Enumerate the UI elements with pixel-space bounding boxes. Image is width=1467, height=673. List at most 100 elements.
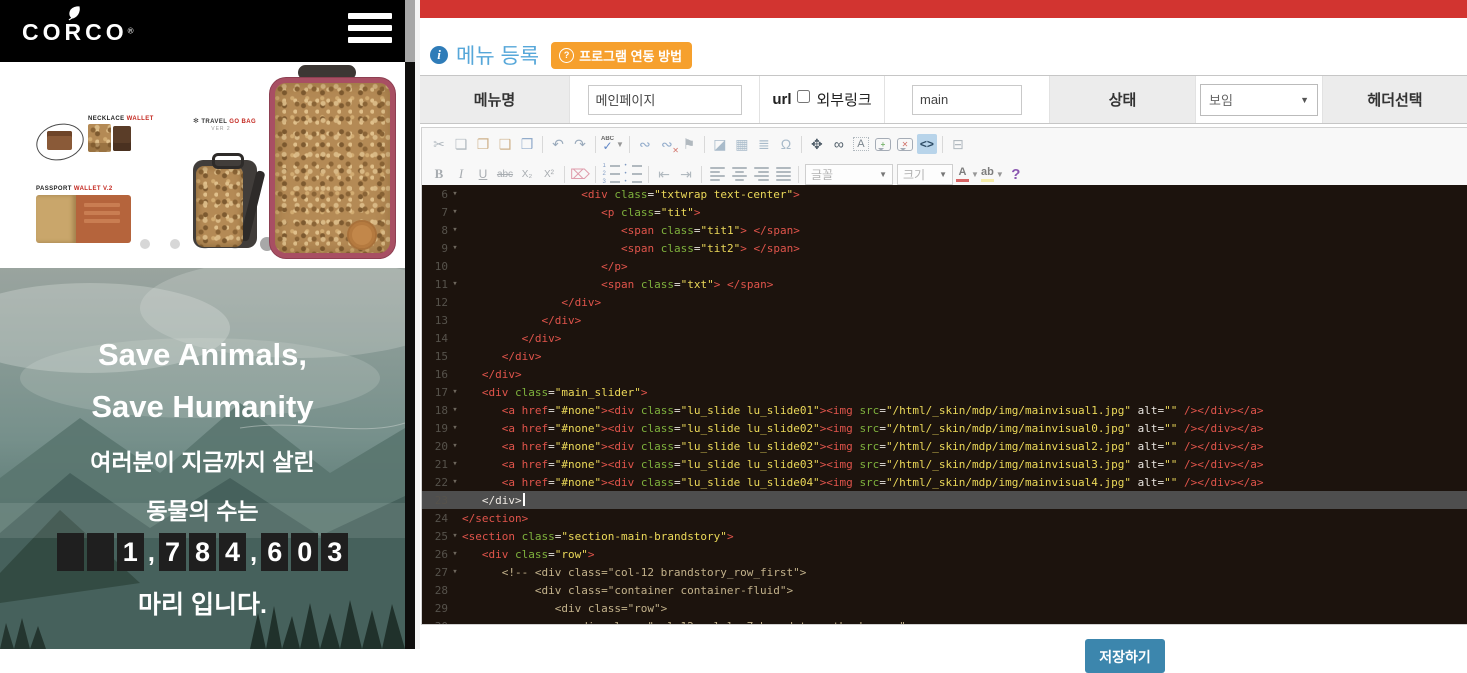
align-justify-icon[interactable] <box>773 164 793 184</box>
site-logo[interactable]: CORCO® <box>22 6 126 45</box>
fold-arrow-icon[interactable]: ▾ <box>448 243 462 253</box>
scrollbar-thumb[interactable] <box>405 0 415 62</box>
code-line: 30 <div class="col-12 col-lg-7 brandstor… <box>422 617 1467 624</box>
bold-icon[interactable]: B <box>429 164 449 184</box>
source-code-area[interactable]: 6▾ <div class="txtwrap text-center">7▾ <… <box>422 185 1467 624</box>
code-line: 6▾ <div class="txtwrap text-center"> <box>422 185 1467 203</box>
counter-comma: , <box>148 537 155 568</box>
text-color-icon[interactable]: A▼ <box>956 164 979 184</box>
spellcheck-icon[interactable]: ABC✓▼ <box>601 134 624 154</box>
link-icon[interactable]: ∾ <box>635 134 655 154</box>
registered-mark: ® <box>128 27 134 36</box>
counter-digit: 7 <box>159 533 186 571</box>
code-line: 11▾ <span class="txt"> </span> <box>422 275 1467 293</box>
necklace-wallet-pouch <box>47 131 72 150</box>
code-line: 20▾ <a href="#none"><div class="lu_slide… <box>422 437 1467 455</box>
travel-go-bag-label: ✻ TRAVEL GO BAG <box>193 117 256 125</box>
fold-arrow-icon[interactable]: ▾ <box>448 531 462 541</box>
bg-color-icon[interactable]: ab▼ <box>981 164 1004 184</box>
copy-icon[interactable]: ❏ <box>451 134 471 154</box>
undo-icon[interactable]: ↶ <box>548 134 568 154</box>
paste-word-icon[interactable]: ❒ <box>517 134 537 154</box>
horizontal-rule-icon[interactable]: ≣ <box>754 134 774 154</box>
help-icon[interactable]: ? <box>1006 164 1026 184</box>
carousel-dot[interactable] <box>170 239 180 249</box>
bubble-remove-icon[interactable]: ✕ <box>895 134 915 154</box>
fold-arrow-icon[interactable]: ▾ <box>448 225 462 235</box>
menu-name-label: 메뉴명 <box>420 76 570 123</box>
align-center-icon[interactable] <box>729 164 749 184</box>
code-line: 23 </div> <box>422 491 1467 509</box>
page-title: 메뉴 등록 <box>456 40 539 70</box>
bubble-add-icon[interactable]: + <box>873 134 893 154</box>
fold-arrow-icon[interactable]: ▾ <box>448 441 462 451</box>
unordered-list-icon[interactable]: ••• <box>623 164 643 184</box>
fold-arrow-icon[interactable]: ▾ <box>448 549 462 559</box>
unlink-icon[interactable]: ∾✕ <box>657 134 677 154</box>
image-icon[interactable]: ◪ <box>710 134 730 154</box>
url-input[interactable] <box>912 85 1022 115</box>
editor: ✂❏❐❑❒ ↶↷ ABC✓▼ ∾∾✕⚑ ◪▦≣Ω ✥∞A+✕<> ⊟ BIUabcX₂X² ⌦… <box>421 127 1467 625</box>
ordered-list-icon[interactable]: 123 <box>601 164 621 184</box>
size-select[interactable]: 크기▼ <box>897 164 953 185</box>
save-button[interactable]: 저장하기 <box>1085 639 1165 673</box>
counter-digit: 4 <box>219 533 246 571</box>
passport-wallet-right-image <box>76 195 131 243</box>
toolbar-separator <box>942 136 943 153</box>
travel-version-label: VER 2 <box>193 126 249 132</box>
maximize-icon[interactable]: ✥ <box>807 134 827 154</box>
hero-section: Save Animals, Save Humanity 여러분이 지금까지 살린… <box>0 268 405 649</box>
fold-arrow-icon[interactable]: ▾ <box>448 459 462 469</box>
hero-title-line2: Save Humanity <box>0 389 405 425</box>
code-line: 12 </div> <box>422 293 1467 311</box>
redo-icon[interactable]: ↷ <box>570 134 590 154</box>
travel-bag-badge <box>347 220 377 250</box>
fold-arrow-icon[interactable]: ▾ <box>448 567 462 577</box>
fold-arrow-icon[interactable]: ▾ <box>448 207 462 217</box>
counter-digit <box>57 533 84 571</box>
fold-arrow-icon[interactable]: ▾ <box>448 477 462 487</box>
fold-arrow-icon[interactable]: ▾ <box>448 189 462 199</box>
align-right-icon[interactable] <box>751 164 771 184</box>
strike-icon[interactable]: abc <box>495 164 515 184</box>
underline-icon[interactable]: U <box>473 164 493 184</box>
indent-icon[interactable]: ⇥ <box>676 164 696 184</box>
preview-scrollbar[interactable] <box>405 0 415 649</box>
code-line: 24</section> <box>422 509 1467 527</box>
program-link-help-button[interactable]: ? 프로그램 연동 방법 <box>551 42 692 69</box>
anchor-icon[interactable]: ⚑ <box>679 134 699 154</box>
fold-arrow-icon[interactable]: ▾ <box>448 405 462 415</box>
fold-arrow-icon[interactable]: ▾ <box>448 387 462 397</box>
code-line: 7▾ <p class="tit"> <box>422 203 1467 221</box>
code-line: 10 </p> <box>422 257 1467 275</box>
print-icon[interactable]: ⊟ <box>948 134 968 154</box>
carousel-dot[interactable] <box>140 239 150 249</box>
find-replace-icon[interactable]: ∞ <box>829 134 849 154</box>
status-select[interactable]: 보임 ▼ <box>1200 84 1318 116</box>
hero-subtitle2: 동물의 수는 <box>0 492 405 526</box>
brand-name: CORCO <box>22 19 128 45</box>
subscript-icon[interactable]: X₂ <box>517 164 537 184</box>
external-link-checkbox[interactable] <box>797 90 810 103</box>
code-line: 16 </div> <box>422 365 1467 383</box>
fold-arrow-icon[interactable]: ▾ <box>448 423 462 433</box>
paste-icon[interactable]: ❐ <box>473 134 493 154</box>
backpack-handle <box>212 153 244 169</box>
select-all-icon[interactable]: A <box>851 134 871 154</box>
paste-text-icon[interactable]: ❑ <box>495 134 515 154</box>
outdent-icon[interactable]: ⇤ <box>654 164 674 184</box>
hamburger-menu-icon[interactable] <box>348 13 392 49</box>
source-icon[interactable]: <> <box>917 134 937 154</box>
toolbar-separator <box>595 166 596 183</box>
font-select[interactable]: 글꼴▼ <box>805 164 893 185</box>
table-icon[interactable]: ▦ <box>732 134 752 154</box>
code-line: 26▾ <div class="row"> <box>422 545 1467 563</box>
special-char-icon[interactable]: Ω <box>776 134 796 154</box>
italic-icon[interactable]: I <box>451 164 471 184</box>
align-left-icon[interactable] <box>707 164 727 184</box>
cut-icon[interactable]: ✂ <box>429 134 449 154</box>
menu-name-input[interactable] <box>588 85 742 115</box>
superscript-icon[interactable]: X² <box>539 164 559 184</box>
fold-arrow-icon[interactable]: ▾ <box>448 279 462 289</box>
remove-format-icon[interactable]: ⌦ <box>570 164 590 184</box>
